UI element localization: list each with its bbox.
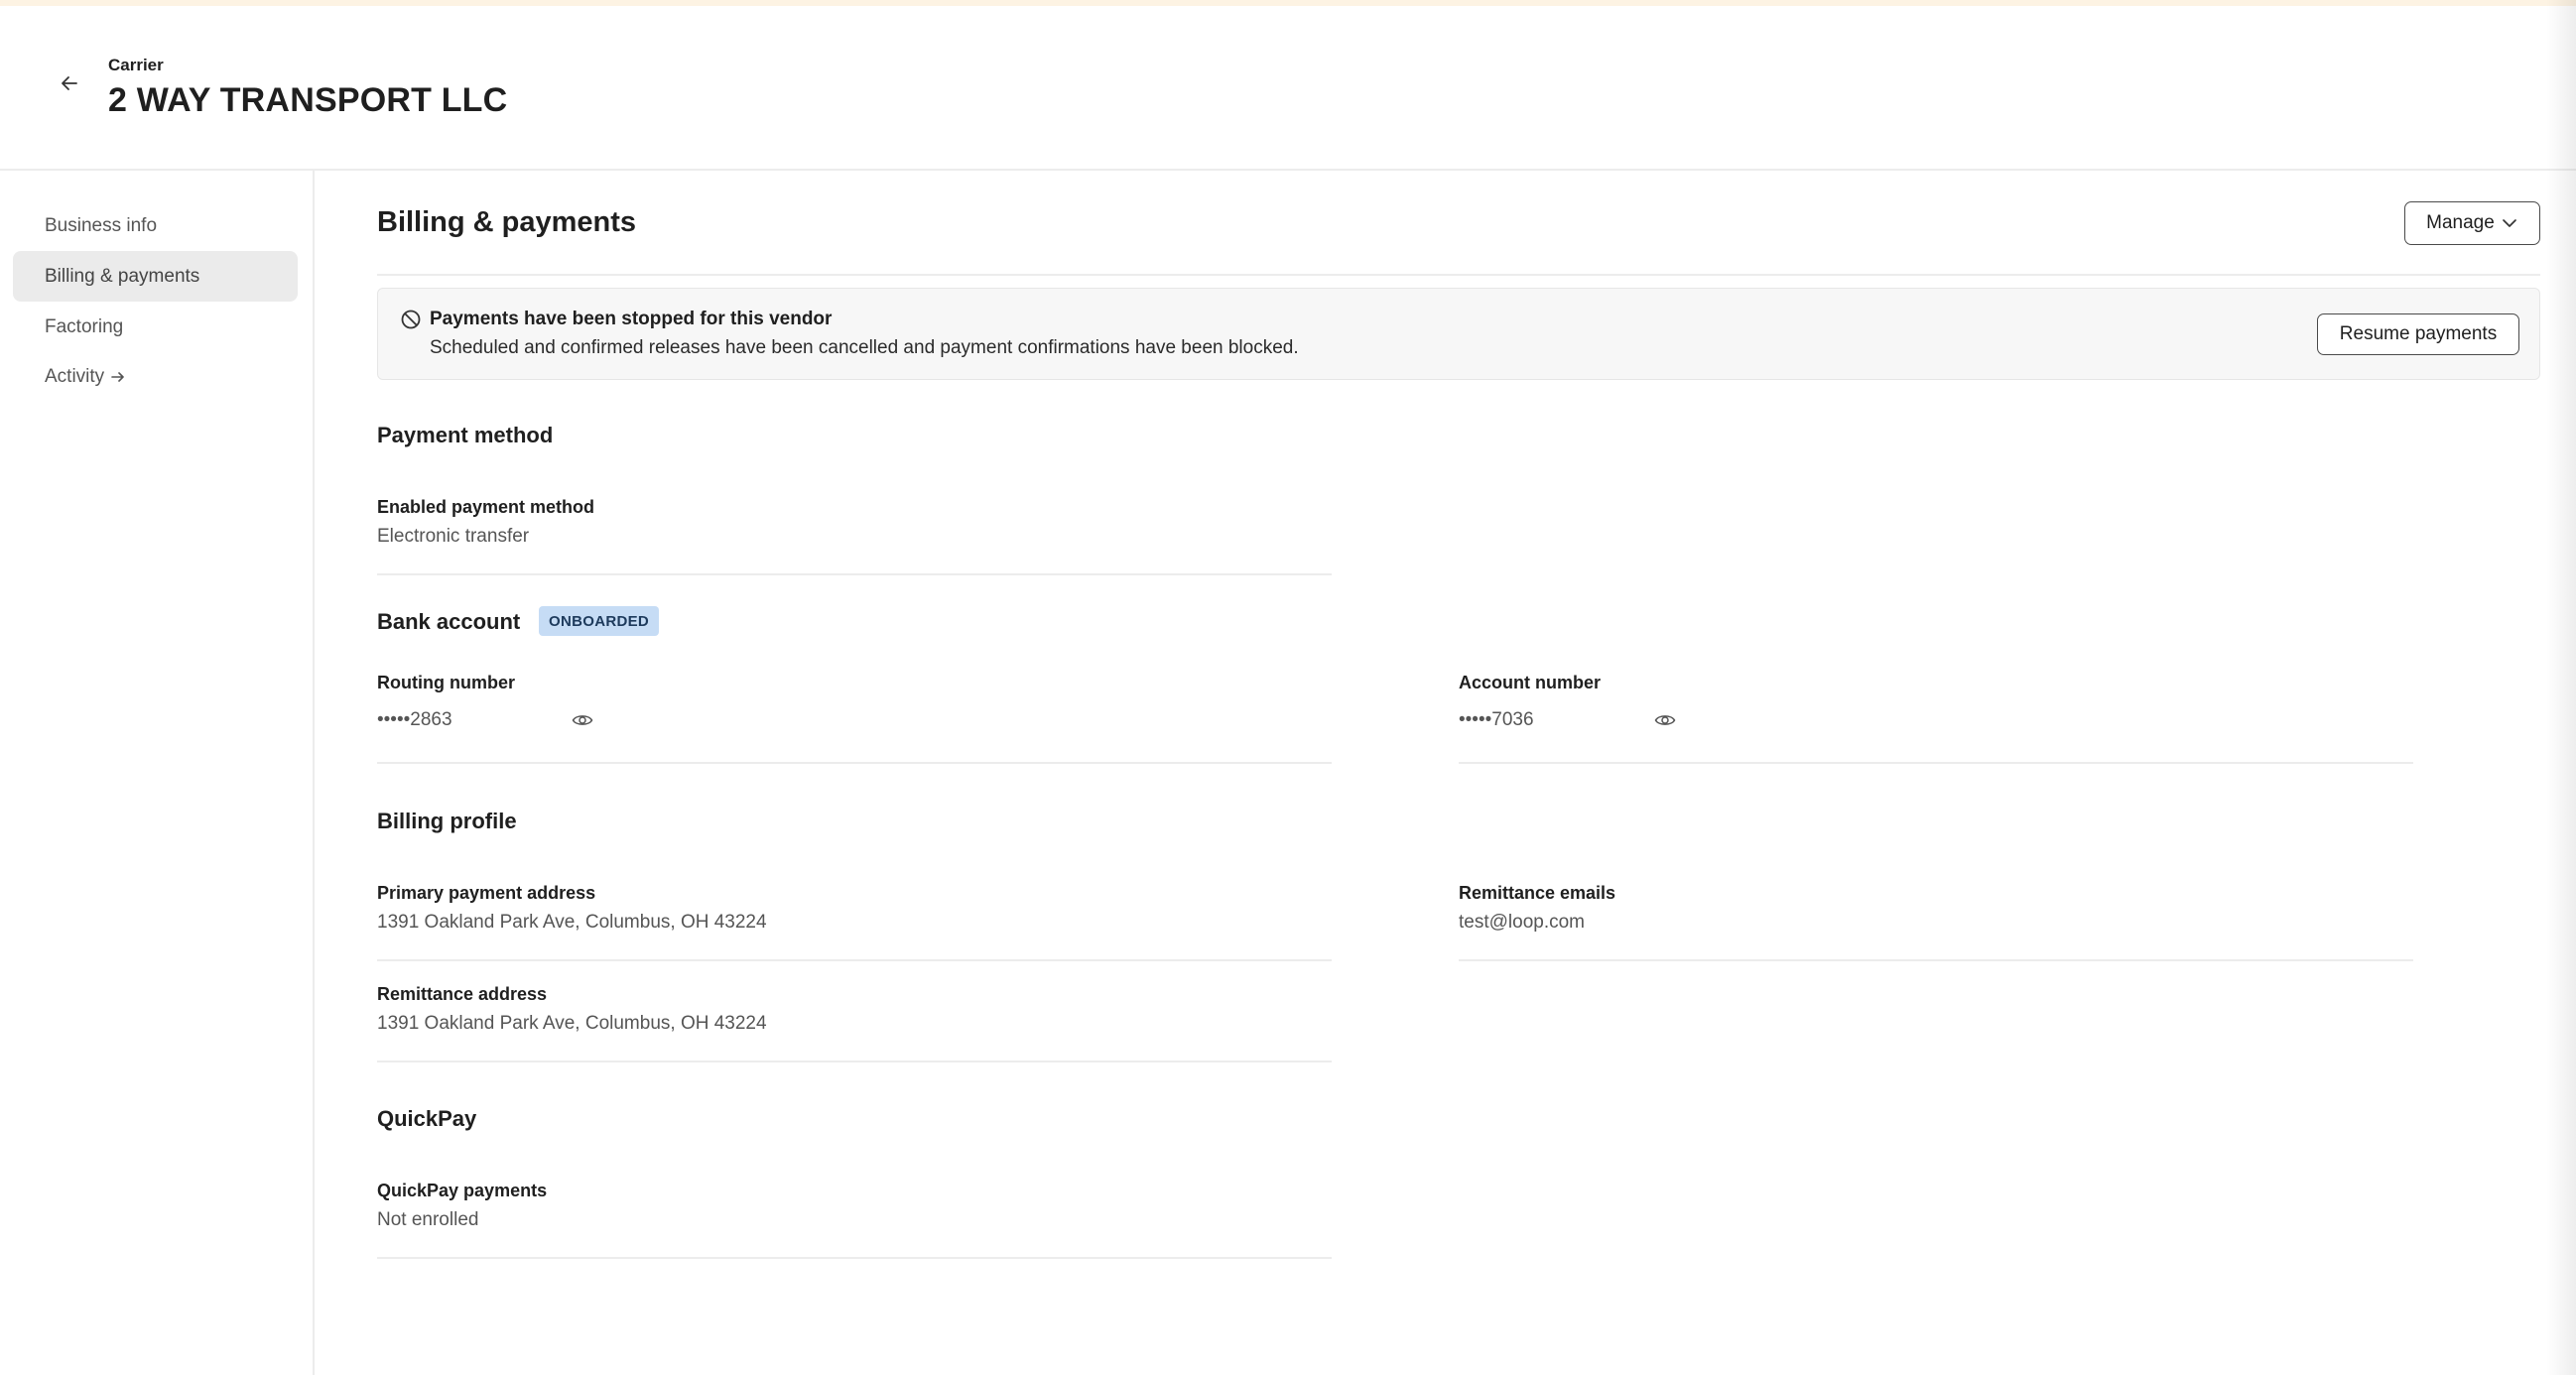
blocked-icon (401, 310, 421, 329)
payments-stopped-banner: Payments have been stopped for this vend… (377, 288, 2540, 380)
manage-button[interactable]: Manage (2404, 201, 2540, 245)
status-badge: ONBOARDED (539, 606, 660, 636)
panel-edge-shadow (2546, 0, 2576, 1375)
divider (1459, 959, 2413, 961)
page-title: 2 WAY TRANSPORT LLC (108, 81, 508, 119)
arrow-right-icon (110, 369, 126, 385)
divider (377, 573, 1332, 575)
resume-payments-button[interactable]: Resume payments (2317, 313, 2519, 355)
chevron-down-icon (2502, 219, 2516, 227)
primary-payment-address-label: Primary payment address (377, 883, 596, 903)
show-routing-eye-icon[interactable] (571, 711, 594, 729)
sidebar-item-activity[interactable]: Activity (13, 351, 298, 402)
sidebar-item-label: Billing & payments (45, 265, 200, 287)
enabled-payment-method-label: Enabled payment method (377, 497, 595, 517)
sidebar: Business info Billing & payments Factori… (0, 171, 315, 1375)
primary-payment-address-value: 1391 Oakland Park Ave, Columbus, OH 4322… (377, 912, 767, 933)
routing-number-label: Routing number (377, 673, 515, 692)
sidebar-item-factoring[interactable]: Factoring (13, 302, 298, 352)
manage-button-label: Manage (2426, 212, 2495, 233)
resume-payments-label: Resume payments (2339, 323, 2498, 344)
quickpay-payments-label: QuickPay payments (377, 1181, 548, 1200)
divider (377, 1257, 1332, 1259)
banner-body: Scheduled and confirmed releases have be… (430, 337, 1299, 358)
divider (377, 762, 1332, 764)
show-account-eye-icon[interactable] (1653, 711, 1677, 729)
account-number-label: Account number (1459, 673, 1602, 692)
banner-title: Payments have been stopped for this vend… (430, 309, 833, 329)
bank-account-heading: Bank account (377, 609, 521, 634)
divider (377, 959, 1332, 961)
remittance-emails-label: Remittance emails (1459, 883, 1616, 903)
account-number-value: •••••7036 (1459, 709, 1534, 730)
sidebar-item-label: Activity (45, 365, 105, 387)
payment-method-heading: Payment method (377, 423, 554, 447)
quickpay-heading: QuickPay (377, 1106, 477, 1131)
remittance-emails-value: test@loop.com (1459, 912, 1586, 933)
remittance-address-label: Remittance address (377, 984, 548, 1004)
back-button[interactable] (56, 69, 83, 97)
page-header: Carrier 2 WAY TRANSPORT LLC (0, 6, 2576, 171)
quickpay-payments-value: Not enrolled (377, 1209, 479, 1230)
arrow-left-icon (62, 76, 77, 90)
billing-profile-heading: Billing profile (377, 809, 517, 833)
enabled-payment-method-value: Electronic transfer (377, 526, 530, 547)
section-title: Billing & payments (377, 206, 637, 238)
sidebar-item-billing-payments[interactable]: Billing & payments (13, 251, 298, 302)
remittance-address-value: 1391 Oakland Park Ave, Columbus, OH 4322… (377, 1013, 767, 1034)
sidebar-item-business-info[interactable]: Business info (13, 200, 298, 251)
divider (377, 274, 2540, 276)
sidebar-item-label: Business info (45, 214, 158, 236)
divider (377, 1061, 1332, 1062)
routing-number-value: •••••2863 (377, 709, 452, 730)
divider (1459, 762, 2413, 764)
sidebar-item-label: Factoring (45, 315, 124, 337)
entity-type-label: Carrier (108, 56, 164, 74)
